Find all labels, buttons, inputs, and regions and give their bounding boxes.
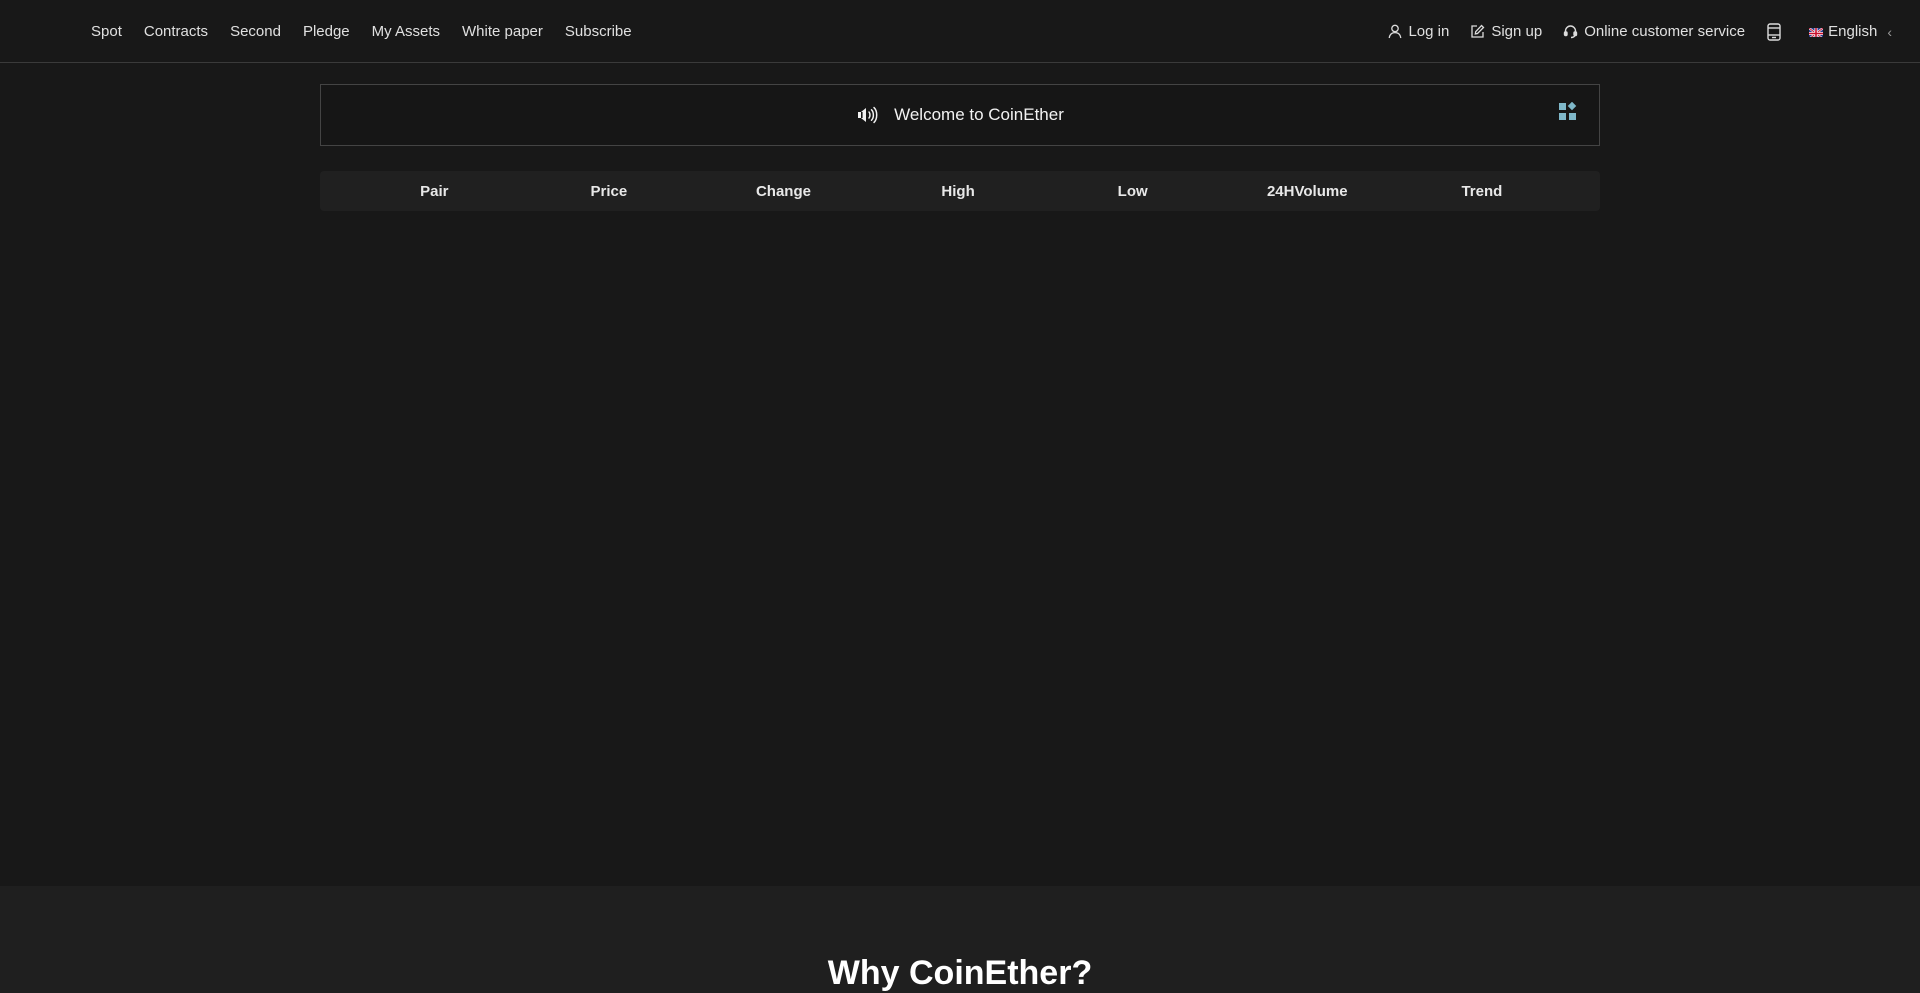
- announcement-bar: Welcome to CoinEther: [320, 84, 1600, 146]
- nav-spot[interactable]: Spot: [91, 23, 122, 40]
- nav-contracts[interactable]: Contracts: [144, 23, 208, 40]
- login-label: Log in: [1408, 23, 1450, 40]
- column-header-change[interactable]: Change: [696, 183, 871, 200]
- mobile-app-button[interactable]: [1766, 22, 1788, 41]
- column-header-trend: Trend: [1461, 182, 1503, 200]
- apps-grid-icon: [1559, 101, 1577, 120]
- nav-pledge[interactable]: Pledge: [303, 23, 350, 40]
- chevron-left-icon: ‹: [1887, 23, 1892, 40]
- nav-subscribe[interactable]: Subscribe: [565, 23, 632, 40]
- nav-my-assets[interactable]: My Assets: [372, 23, 440, 40]
- language-selector[interactable]: English ‹: [1809, 23, 1892, 40]
- market-table-header: Pair Price Change High Low 24HVolume Tre…: [320, 171, 1600, 211]
- nav-second[interactable]: Second: [230, 23, 281, 40]
- nav-white-paper[interactable]: White paper: [462, 23, 543, 40]
- signup-button[interactable]: Sign up: [1470, 23, 1542, 40]
- customer-service-label: Online customer service: [1584, 23, 1746, 40]
- account-nav: Log in Sign up Online customer service E…: [1367, 0, 1892, 63]
- column-header-price[interactable]: Price: [522, 183, 697, 200]
- user-icon: [1389, 24, 1402, 39]
- why-title: Why CoinEther?: [827, 954, 1093, 992]
- announcement-content: Welcome to CoinEther: [321, 85, 1599, 145]
- speaker-icon: [858, 106, 878, 124]
- main-nav: Spot Contracts Second Pledge My Assets W…: [91, 0, 654, 63]
- edit-icon: [1471, 24, 1485, 38]
- customer-service-button[interactable]: Online customer service: [1563, 23, 1745, 40]
- top-navigation-bar: Spot Contracts Second Pledge My Assets W…: [0, 0, 1920, 63]
- column-header-high[interactable]: High: [871, 183, 1046, 200]
- column-header-volume[interactable]: 24HVolume: [1220, 183, 1395, 200]
- login-button[interactable]: Log in: [1388, 23, 1449, 40]
- column-header-low[interactable]: Low: [1045, 183, 1220, 200]
- mobile-app-icon: [1767, 22, 1781, 41]
- language-label: English: [1828, 23, 1878, 40]
- announcement-text: Welcome to CoinEther: [894, 105, 1064, 124]
- why-section: Why CoinEther?: [0, 886, 1920, 993]
- headset-icon: [1564, 25, 1578, 39]
- column-header-pair[interactable]: Pair: [347, 183, 522, 200]
- uk-flag-icon: [1809, 26, 1824, 37]
- apps-grid-button[interactable]: [1558, 101, 1577, 126]
- signup-label: Sign up: [1491, 23, 1543, 40]
